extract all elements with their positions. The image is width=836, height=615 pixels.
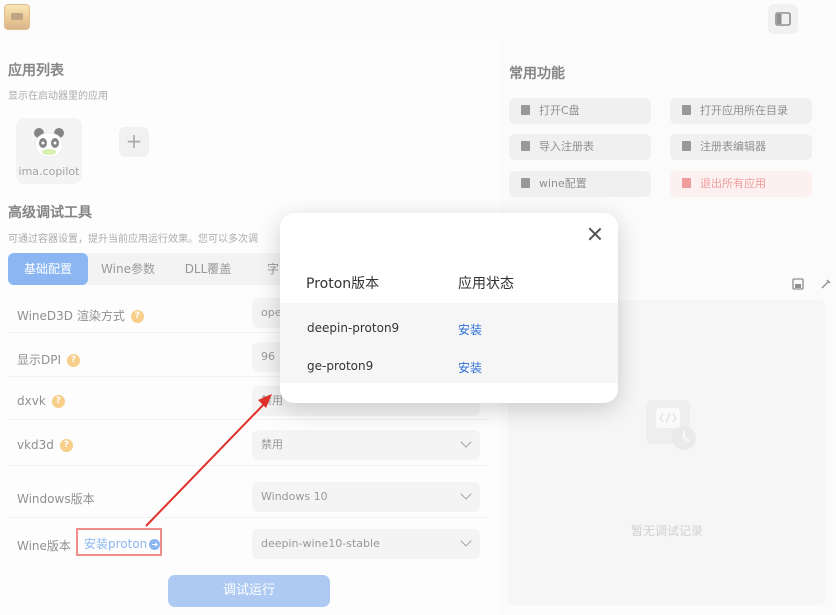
column-header-status: 应用状态 — [458, 276, 514, 292]
install-proton-button[interactable]: 安装 — [458, 321, 482, 338]
table-row-version: deepin-proton9 — [307, 321, 400, 335]
proton-install-dialog: Proton版本 应用状态 deepin-proton9 安装 ge-proto… — [280, 213, 618, 403]
column-header-version: Proton版本 — [306, 276, 380, 292]
table-row-version: ge-proton9 — [307, 359, 374, 373]
close-icon[interactable] — [588, 227, 602, 241]
install-proton-button[interactable]: 安装 — [458, 359, 482, 376]
proton-table: deepin-proton9 安装 ge-proton9 安装 — [280, 303, 618, 383]
